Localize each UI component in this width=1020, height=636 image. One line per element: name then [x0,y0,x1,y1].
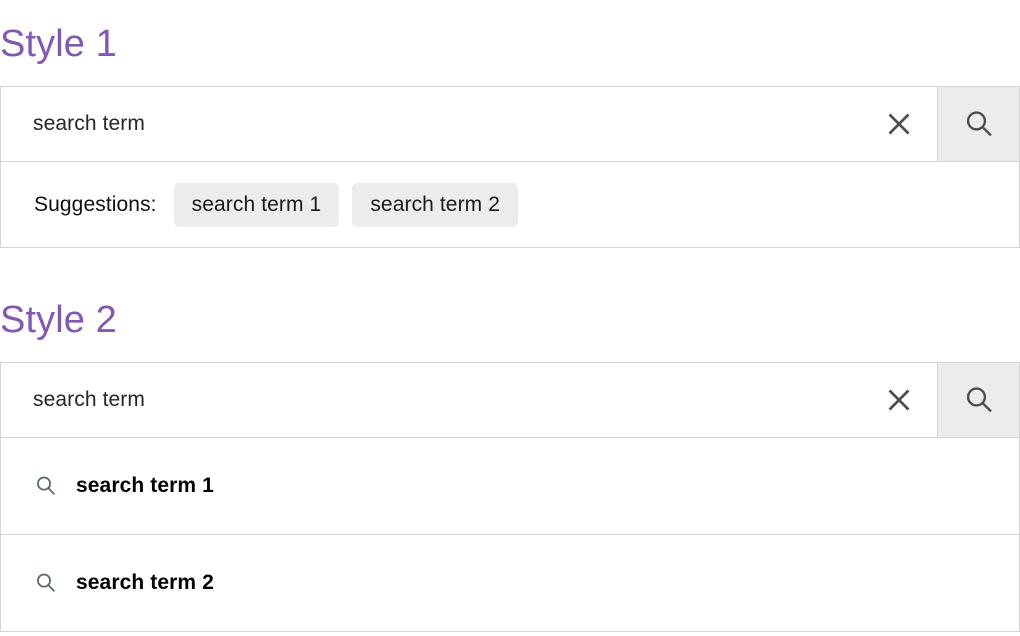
magnifier-icon [34,571,58,595]
close-x-icon [886,111,912,137]
suggestion-row-label-2: search term 2 [76,571,214,594]
clear-search-button-style-1[interactable] [861,87,937,161]
search-input-value-style-1: search term [33,112,145,135]
suggestion-chip-2[interactable]: search term 2 [352,182,518,227]
clear-search-button-style-2[interactable] [861,363,937,437]
search-bar-style-1: search term [1,87,1019,161]
section-heading-style-2: Style 2 [0,299,117,341]
close-x-icon [886,387,912,413]
submit-search-button-style-1[interactable] [937,87,1019,161]
search-input-style-2[interactable]: search term [1,363,861,437]
search-bar-style-2: search term [1,363,1019,437]
page-root: Style 1 search term Suggestions: search … [0,0,1020,636]
section-heading-style-1: Style 1 [0,23,117,65]
search-input-style-1[interactable]: search term [1,87,861,161]
submit-search-button-style-2[interactable] [937,363,1019,437]
suggestion-row-2[interactable]: search term 2 [1,534,1019,631]
search-input-value-style-2: search term [33,388,145,411]
suggestions-label: Suggestions: [34,192,157,216]
suggestions-strip-style-1: Suggestions: search term 1 search term 2 [1,161,1019,247]
magnifier-icon [962,383,996,417]
search-widget-style-1: search term Suggestions: search term 1 s… [0,86,1020,248]
magnifier-icon [962,107,996,141]
suggestion-chip-1[interactable]: search term 1 [173,182,340,227]
suggestion-row-1[interactable]: search term 1 [1,437,1019,534]
search-widget-style-2: search term search term 1 search term 2 [0,362,1020,632]
suggestion-row-label-1: search term 1 [76,474,214,497]
magnifier-icon [34,474,58,498]
